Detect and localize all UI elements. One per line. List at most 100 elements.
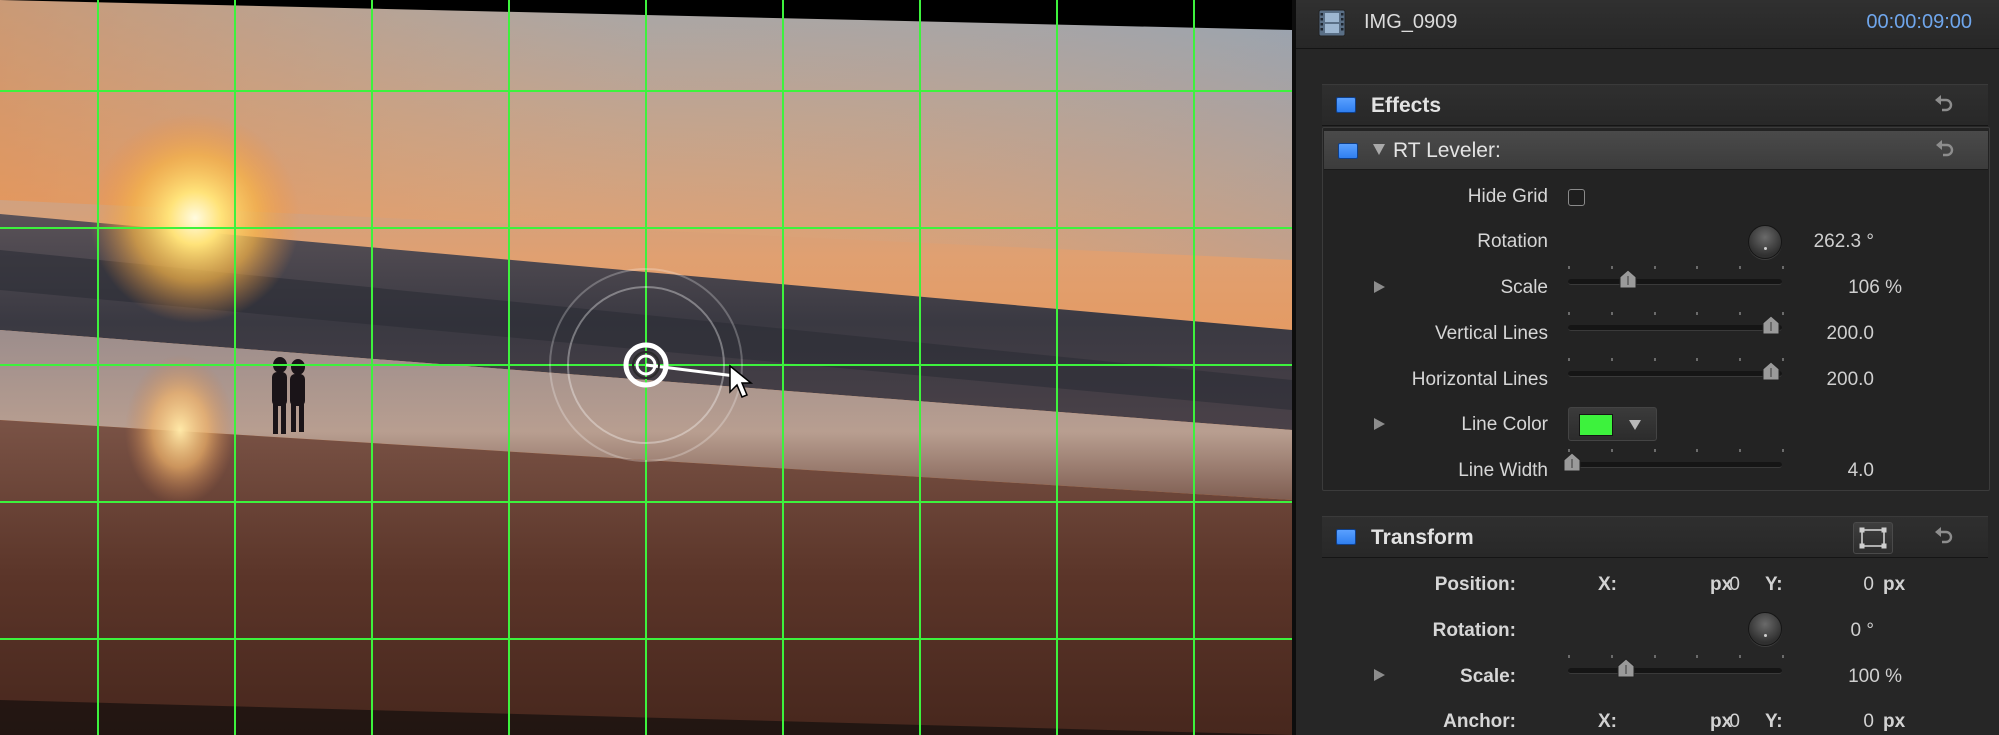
transform-rotation-value[interactable]: 0 ° bbox=[1851, 620, 1874, 642]
slider-tick bbox=[1610, 358, 1613, 361]
anchor-x-unit: px bbox=[1710, 711, 1733, 732]
slider-tick bbox=[1696, 358, 1699, 361]
transform-scale-row: Scale: bbox=[0, 666, 1516, 690]
transform-rotation-row: Rotation: bbox=[0, 620, 1516, 644]
line-width-slider[interactable] bbox=[1563, 449, 1784, 472]
reset-arrow-icon[interactable] bbox=[1933, 526, 1955, 548]
slider-tick bbox=[1782, 312, 1784, 315]
position-row: Position: bbox=[0, 574, 1516, 598]
slider-tick bbox=[1782, 358, 1784, 361]
transform-rotation-dial[interactable] bbox=[1748, 612, 1782, 646]
horizontal-lines-label: Horizontal Lines bbox=[1411, 369, 1548, 390]
scale-value[interactable]: 106 % bbox=[1848, 277, 1902, 299]
slider-thumb[interactable] bbox=[1617, 658, 1635, 678]
clip-header: IMG_0909 00:00:09:00 bbox=[1296, 0, 1999, 49]
effects-enable-checkbox[interactable] bbox=[1336, 97, 1356, 113]
rt-leveler-enable-checkbox[interactable] bbox=[1338, 143, 1358, 159]
slider-tick bbox=[1653, 312, 1656, 315]
slider-thumb[interactable] bbox=[1762, 361, 1780, 381]
hide-grid-label: Hide Grid bbox=[1467, 186, 1548, 207]
line-width-value[interactable]: 4.0 bbox=[1848, 460, 1874, 482]
slider-tick bbox=[1610, 655, 1613, 658]
slider-tick bbox=[1568, 312, 1570, 315]
anchor-y-unit: px bbox=[1883, 711, 1906, 732]
slider-tick bbox=[1696, 655, 1699, 658]
slider-ticks bbox=[1568, 358, 1784, 364]
slider-tick bbox=[1739, 358, 1742, 361]
slider-tick bbox=[1653, 266, 1656, 269]
slider-tick bbox=[1696, 449, 1699, 452]
slider-tick bbox=[1739, 266, 1742, 269]
vertical-lines-label: Vertical Lines bbox=[1434, 323, 1548, 344]
slider-tick bbox=[1653, 655, 1656, 658]
position-y-unit: px bbox=[1883, 574, 1906, 595]
hide-grid-checkbox[interactable] bbox=[1568, 189, 1585, 206]
slider-tick bbox=[1782, 655, 1784, 658]
reset-arrow-icon[interactable] bbox=[1934, 139, 1956, 161]
slider-thumb[interactable] bbox=[1563, 452, 1581, 472]
slider-thumb[interactable] bbox=[1762, 315, 1780, 335]
line-width-label: Line Width bbox=[1458, 460, 1548, 481]
vertical-lines-value[interactable]: 200.0 bbox=[1826, 323, 1874, 345]
slider-tick bbox=[1782, 449, 1784, 452]
line-color-well[interactable] bbox=[1568, 407, 1657, 441]
slider-track[interactable] bbox=[1568, 371, 1782, 377]
rotation-row: Rotation bbox=[0, 231, 1548, 255]
anchor-y-value[interactable]: 0 bbox=[1863, 711, 1874, 733]
transform-section-title: Transform bbox=[1371, 526, 1474, 549]
anchor-y-axis-label: Y: bbox=[1765, 711, 1783, 732]
line-width-row: Line Width bbox=[0, 460, 1548, 484]
film-strip-icon bbox=[1318, 9, 1346, 37]
slider-track[interactable] bbox=[1568, 462, 1782, 468]
slider-tick bbox=[1568, 358, 1570, 361]
rotation-dial[interactable] bbox=[1748, 225, 1782, 259]
anchor-row: Anchor: bbox=[0, 711, 1516, 735]
anchor-x-axis-label: X: bbox=[1598, 711, 1617, 732]
slider-tick bbox=[1568, 266, 1570, 269]
slider-thumb[interactable] bbox=[1619, 269, 1637, 289]
position-x-unit: px bbox=[1710, 574, 1733, 595]
slider-tick bbox=[1782, 266, 1784, 269]
slider-track[interactable] bbox=[1568, 668, 1782, 674]
slider-tick bbox=[1739, 449, 1742, 452]
slider-tick bbox=[1610, 449, 1613, 452]
effects-section-title: Effects bbox=[1371, 94, 1442, 117]
horizontal-lines-row: Horizontal Lines bbox=[0, 369, 1548, 393]
transform-frame-icon[interactable] bbox=[1853, 522, 1893, 554]
slider-tick bbox=[1696, 312, 1699, 315]
slider-ticks bbox=[1568, 266, 1784, 272]
clip-name: IMG_0909 bbox=[1364, 11, 1458, 33]
scale-slider[interactable] bbox=[1568, 266, 1784, 289]
rotation-value[interactable]: 262.3 ° bbox=[1814, 231, 1874, 253]
slider-tick bbox=[1653, 358, 1656, 361]
transform-enable-checkbox[interactable] bbox=[1336, 529, 1356, 545]
scale-label: Scale bbox=[1500, 277, 1548, 298]
rt-leveler-title: RT Leveler: bbox=[1393, 139, 1501, 162]
effects-section-header[interactable]: Effects bbox=[1322, 84, 1988, 126]
transform-scale-value[interactable]: 100 % bbox=[1848, 666, 1902, 688]
position-x-axis-label: X: bbox=[1598, 574, 1617, 595]
horizontal-lines-value[interactable]: 200.0 bbox=[1826, 369, 1874, 391]
transform-scale-slider[interactable] bbox=[1568, 655, 1784, 678]
slider-ticks bbox=[1568, 312, 1784, 318]
horizontal-lines-slider[interactable] bbox=[1568, 358, 1784, 381]
anchor-label: Anchor: bbox=[1443, 711, 1516, 732]
chevron-down-icon[interactable] bbox=[1629, 420, 1641, 430]
slider-track[interactable] bbox=[1568, 325, 1782, 331]
vertical-lines-slider[interactable] bbox=[1568, 312, 1784, 335]
position-y-value[interactable]: 0 bbox=[1863, 574, 1874, 596]
rotation-label: Rotation bbox=[1477, 231, 1548, 252]
transform-rotation-label: Rotation: bbox=[1432, 620, 1516, 641]
slider-tick bbox=[1696, 266, 1699, 269]
slider-tick bbox=[1739, 312, 1742, 315]
slider-tick bbox=[1610, 266, 1613, 269]
disclosure-triangle-icon[interactable] bbox=[1373, 144, 1385, 155]
line-color-swatch[interactable] bbox=[1579, 414, 1613, 436]
slider-track[interactable] bbox=[1568, 279, 1782, 285]
clip-duration: 00:00:09:00 bbox=[1866, 11, 1972, 33]
position-y-axis-label: Y: bbox=[1765, 574, 1783, 595]
slider-ticks bbox=[1568, 655, 1784, 661]
position-label: Position: bbox=[1434, 574, 1516, 595]
rt-leveler-header[interactable]: RT Leveler: bbox=[1324, 131, 1988, 170]
reset-arrow-icon[interactable] bbox=[1933, 94, 1955, 116]
